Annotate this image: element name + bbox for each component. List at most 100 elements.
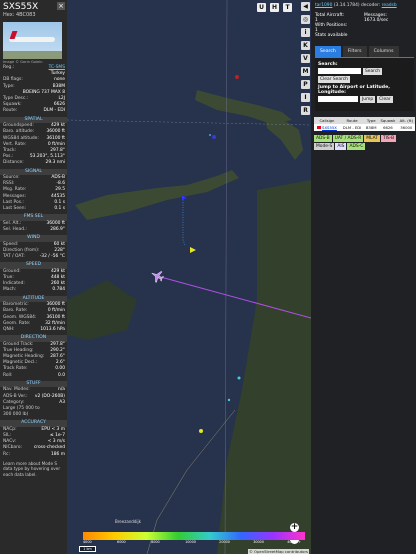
map-view[interactable]: Breezanddijk U H T + − 40006000800010000… bbox=[67, 0, 311, 554]
altitude-color-scale: 4000 6000 8000 10000 20000 30000 40000+ bbox=[83, 532, 305, 544]
column-header[interactable]: Callsign bbox=[314, 117, 340, 124]
info-row: Route: DLM - EDI bbox=[0, 108, 67, 114]
aircraft-basic-info: Reg.: TC-SMS Turkey DB flags: none Type: B38M B… bbox=[0, 65, 67, 115]
table-cell: SXS55X bbox=[314, 124, 340, 131]
scale-label: 40000+ bbox=[287, 540, 301, 544]
field-value: 0.1 s bbox=[54, 206, 65, 212]
side-button-0[interactable]: ◀ bbox=[301, 2, 310, 11]
aircraft-list-panel: tar1090 (3.14.1784) decoder: readsb Tota… bbox=[311, 0, 416, 554]
detail-row: Sel. Head.: 286.9° bbox=[0, 227, 67, 233]
detail-row: TAT / OAT: -32 / -56 °C bbox=[0, 254, 67, 260]
detail-row: Roll: 0.0 bbox=[0, 373, 67, 379]
aircraft-info-panel: SXS55X Hex: 4BC083 × Image © Garin Golei… bbox=[0, 0, 67, 554]
column-header[interactable]: Alt. (ft) bbox=[397, 117, 415, 124]
table-cell: 6626 bbox=[378, 124, 398, 131]
search-button[interactable]: Search bbox=[363, 68, 383, 75]
field-label: Mach: bbox=[3, 287, 17, 293]
field-label: Distance: bbox=[3, 160, 24, 166]
legend-chip[interactable]: AIS bbox=[335, 143, 347, 150]
close-icon[interactable]: × bbox=[57, 2, 65, 10]
scale-bar: 1 km bbox=[79, 546, 96, 552]
side-button-7[interactable]: I bbox=[301, 93, 310, 102]
side-button-6[interactable]: P bbox=[301, 80, 310, 89]
field-label: Type: bbox=[3, 83, 15, 89]
detail-row: 300 000 lb) bbox=[0, 412, 67, 418]
field-label: Last Seen: bbox=[3, 206, 26, 212]
field-label: Roll: bbox=[3, 372, 13, 378]
tab-filters[interactable]: Filters bbox=[342, 46, 367, 57]
side-button-5[interactable]: M bbox=[301, 67, 310, 76]
stats-block: Total Aircraft: 1 With Positions: 1 Stat… bbox=[315, 13, 389, 38]
scale-label: 20000 bbox=[219, 540, 230, 544]
side-button-1[interactable]: ◎ bbox=[301, 15, 310, 24]
search-label: Search: bbox=[318, 62, 338, 67]
learn-more-text: Learn more about Mode S data type by hov… bbox=[3, 460, 61, 477]
decoder-link[interactable]: readsb bbox=[382, 3, 397, 8]
detail-row: QNH: 1013.6 hPa bbox=[0, 327, 67, 333]
table-row[interactable]: SXS55X DLM - EDI B38M 6626 36000 bbox=[314, 124, 415, 131]
scale-label: 6000 bbox=[117, 540, 126, 544]
field-value: 186 m bbox=[50, 451, 65, 457]
aircraft-photo[interactable] bbox=[3, 22, 62, 59]
source-legend: ADS-B UAT / ADS-R MLAT TIS-B Mode-S AIS ADS-C bbox=[314, 135, 414, 150]
aircraft-detail-sections: Spatial Groundspeed: 429 kt Baro. altitude:… bbox=[0, 116, 67, 458]
legend-chip[interactable]: Mode-S bbox=[314, 143, 335, 150]
legend-chip[interactable]: MLAT bbox=[364, 135, 380, 142]
version-header: tar1090 (3.14.1784) decoder: readsb bbox=[315, 3, 397, 8]
field-label: Reg.: bbox=[3, 65, 15, 70]
field-label: TAT / OAT: bbox=[3, 254, 25, 260]
tab-search[interactable]: Search bbox=[315, 46, 341, 57]
field-value: -32 / -56 °C bbox=[39, 254, 65, 260]
field-label: 300 000 lb) bbox=[3, 412, 29, 418]
column-header[interactable]: Route bbox=[339, 117, 365, 124]
flag-icon bbox=[317, 126, 322, 129]
jump-button[interactable]: Jump bbox=[360, 96, 376, 103]
field-label: QNH: bbox=[3, 326, 15, 332]
detail-row: Mach: 0.784 bbox=[0, 287, 67, 293]
side-button-4[interactable]: V bbox=[301, 54, 310, 63]
scale-label: 30000 bbox=[253, 540, 264, 544]
legend-chip[interactable]: ADS-B bbox=[314, 135, 332, 142]
table-cell: B38M bbox=[364, 124, 379, 131]
aircraft-table: Callsign Route Type Squawk Alt. (ft) SXS55X D… bbox=[314, 117, 415, 131]
aircraft-hex: Hex: 4BC083 bbox=[3, 12, 36, 18]
map-button-u[interactable]: U bbox=[257, 3, 266, 12]
field-label: Rc: bbox=[3, 451, 10, 457]
field-label: Sel. Head.: bbox=[3, 226, 27, 232]
search-input[interactable] bbox=[318, 68, 361, 74]
side-button-2[interactable]: i bbox=[301, 28, 310, 37]
clear-button[interactable]: Clear bbox=[377, 96, 393, 103]
field-value: 0.784 bbox=[52, 287, 65, 293]
map-attribution[interactable]: © OpenStreetMap contributors bbox=[248, 549, 309, 554]
side-button-3[interactable]: K bbox=[301, 41, 310, 50]
detail-row: Last Seen: 0.1 s bbox=[0, 206, 67, 212]
map-button-t[interactable]: T bbox=[283, 3, 292, 12]
scale-label: 4000 bbox=[83, 540, 92, 544]
search-panel: Search: Search Clear Search Jump to Airp… bbox=[315, 57, 414, 111]
side-button-8[interactable]: R bbox=[301, 106, 310, 115]
column-header[interactable]: Type bbox=[364, 117, 379, 124]
map-canvas[interactable]: Breezanddijk bbox=[67, 0, 311, 554]
place-label: Breezanddijk bbox=[115, 519, 142, 524]
jump-input[interactable] bbox=[318, 96, 358, 102]
map-button-h[interactable]: H bbox=[270, 3, 279, 12]
clear-search-button[interactable]: Clear Search bbox=[318, 76, 350, 83]
legend-chip[interactable]: UAT / ADS-R bbox=[332, 135, 364, 142]
jump-label: Jump to Airport or Latitude, Longitude: bbox=[318, 85, 390, 95]
legend-chip[interactable]: TIS-B bbox=[380, 135, 397, 142]
scale-label: 10000 bbox=[185, 540, 196, 544]
table-cell: DLM - EDI bbox=[339, 124, 365, 131]
tab-columns[interactable]: Columns bbox=[368, 46, 399, 57]
zoom-in-button[interactable]: + bbox=[290, 523, 299, 532]
field-value: DLM - EDI bbox=[43, 108, 65, 114]
scale-label: 8000 bbox=[151, 540, 160, 544]
column-header[interactable]: Squawk bbox=[378, 117, 398, 124]
table-cell: 36000 bbox=[397, 124, 415, 131]
field-value: 29.3 nmi bbox=[45, 160, 65, 166]
side-button-strip: ◀ ◎ i K V M P I R bbox=[300, 0, 311, 140]
legend-chip[interactable]: ADS-C bbox=[347, 143, 366, 150]
tar1090-link[interactable]: tar1090 bbox=[315, 3, 332, 8]
field-value: 286.9° bbox=[50, 226, 65, 232]
field-value: 1013.6 hPa bbox=[40, 326, 65, 332]
tab-bar: Search Filters Columns bbox=[315, 46, 416, 57]
